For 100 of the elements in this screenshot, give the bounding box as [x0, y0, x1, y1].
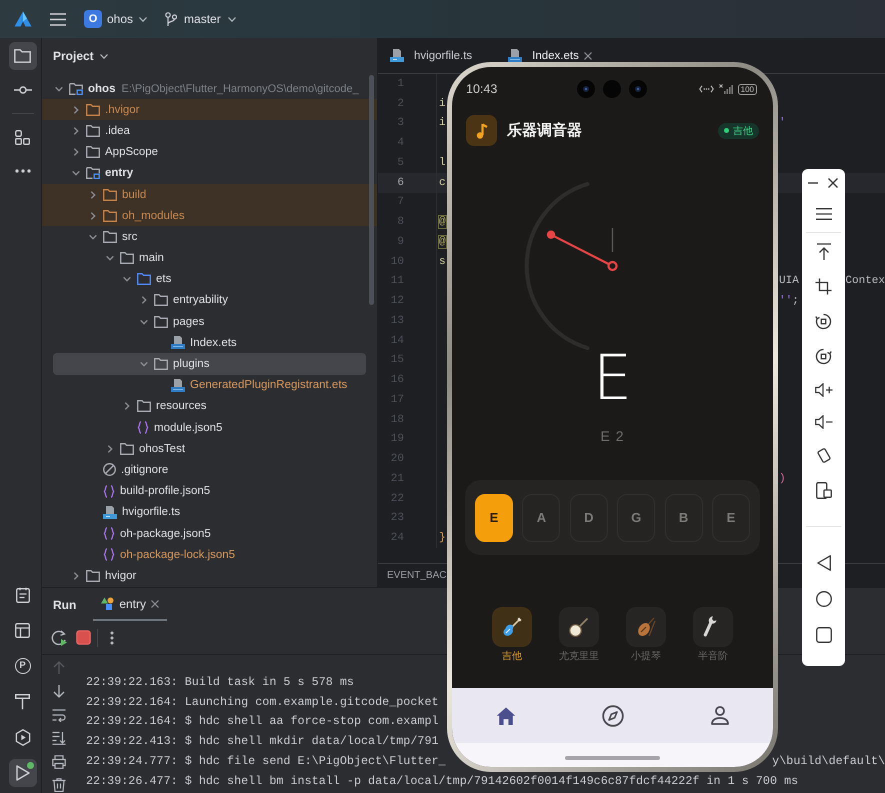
tree-item[interactable]: entry	[42, 162, 377, 184]
chevron-icon[interactable]	[140, 318, 148, 326]
string-button[interactable]: E	[475, 494, 513, 542]
camera-lens-icon	[576, 80, 594, 98]
string-button[interactable]: D	[570, 494, 608, 542]
string-button[interactable]: A	[522, 494, 560, 542]
tree-item[interactable]: build-profile.json5	[42, 480, 377, 502]
tree-item[interactable]: GeneratedPluginRegistrant.ets	[42, 374, 377, 396]
run-tab[interactable]: entry	[93, 588, 168, 621]
device-screenshot-icon[interactable]	[816, 482, 832, 499]
violin-icon	[626, 607, 666, 647]
tree-item[interactable]: src	[42, 226, 377, 248]
music-note-icon	[466, 115, 497, 146]
chevron-icon[interactable]	[89, 212, 97, 220]
folder-icon	[137, 273, 151, 286]
tree-item[interactable]: main	[42, 248, 377, 269]
volume-up-icon[interactable]	[814, 383, 832, 397]
nav-button[interactable]	[710, 706, 728, 725]
chevron-icon[interactable]	[106, 444, 114, 453]
rerun-icon[interactable]	[51, 630, 68, 646]
camera-lens-icon	[628, 80, 646, 98]
tree-item[interactable]: .hvigor	[42, 99, 377, 120]
more-icon[interactable]	[110, 630, 114, 644]
crop-icon[interactable]	[815, 278, 832, 295]
wrap-icon[interactable]	[52, 708, 66, 722]
chevron-icon[interactable]	[140, 296, 148, 304]
log-line: 22:39:22.164: Launching com.example.gitcode_pocket	[86, 694, 439, 709]
chevron-icon[interactable]	[106, 254, 114, 262]
tool-window-button[interactable]	[8, 42, 36, 70]
module-folder-icon	[69, 82, 83, 95]
instrument-button[interactable]: 吉他	[492, 607, 532, 663]
minimize-icon[interactable]	[808, 182, 818, 184]
grid-squares-icon	[15, 130, 30, 144]
chevron-icon[interactable]	[72, 572, 80, 580]
string-button[interactable]: E	[712, 494, 750, 542]
rotate-back-icon[interactable]	[815, 348, 832, 365]
editor-tab[interactable]: Index.ets	[508, 49, 592, 62]
trash-icon[interactable]	[52, 778, 66, 792]
breadcrumb-text[interactable]: EVENT_BAC	[387, 570, 446, 581]
scroll-end-icon[interactable]	[52, 731, 66, 746]
close-icon[interactable]	[584, 52, 592, 60]
rotate-icon[interactable]	[815, 313, 832, 330]
arrow-down-icon[interactable]	[52, 684, 66, 698]
tree-item[interactable]: ohos E:\PigObject\Flutter_HarmonyOS\demo\gitcode_	[42, 78, 377, 100]
string-button[interactable]: G	[617, 494, 656, 542]
tree-item[interactable]: .idea	[42, 120, 377, 142]
home-circle-icon[interactable]	[816, 591, 832, 607]
tool-window-button[interactable]	[8, 759, 36, 787]
arrow-to-top-icon[interactable]	[816, 243, 832, 260]
tree-item[interactable]: build	[42, 184, 377, 206]
tree-item[interactable]: AppScope	[42, 142, 377, 163]
chevron-icon[interactable]	[72, 106, 80, 114]
module-folder-icon	[86, 167, 100, 180]
tree-item[interactable]: .gitignore	[42, 459, 377, 481]
back-icon[interactable]	[816, 555, 830, 571]
braces-icon	[137, 421, 149, 434]
folder-icon	[154, 358, 168, 370]
menu-icon[interactable]	[816, 208, 832, 220]
tree-item[interactable]: oh-package.json5	[42, 522, 377, 544]
chevron-icon[interactable]	[123, 275, 131, 284]
chevron-icon[interactable]	[72, 148, 80, 156]
chevron-icon[interactable]	[140, 360, 148, 368]
chevron-icon[interactable]	[89, 190, 97, 199]
tree-item[interactable]: hvigor	[42, 565, 377, 586]
nav-button[interactable]	[602, 704, 624, 726]
nav-button[interactable]	[496, 706, 516, 724]
tree-item[interactable]: ohosTest	[42, 438, 377, 460]
close-icon[interactable]	[828, 178, 838, 188]
view-mode-dropdown[interactable]: Project	[53, 49, 108, 63]
branch-switcher[interactable]: master	[165, 12, 236, 26]
tree-item[interactable]: ets	[42, 268, 377, 290]
tree-item[interactable]: plugins	[53, 353, 366, 375]
folder-icon	[154, 294, 168, 306]
chevron-icon[interactable]	[55, 84, 63, 93]
tool-window-button[interactable]: P	[8, 652, 36, 680]
printer-icon[interactable]	[52, 754, 66, 769]
tree-item[interactable]: module.json5	[42, 417, 377, 438]
chevron-icon[interactable]	[72, 126, 80, 135]
tree-item[interactable]: pages	[42, 311, 377, 332]
project-avatar: O	[84, 10, 102, 28]
editor-tab[interactable]: hvigorfile.ts	[390, 49, 472, 62]
person-icon	[710, 706, 728, 725]
tree-item[interactable]: oh-package-lock.json5	[42, 544, 377, 566]
tree-item[interactable]: entryability	[42, 290, 377, 312]
string-button[interactable]: B	[664, 494, 703, 542]
square-icon[interactable]	[816, 627, 832, 643]
tree-item[interactable]: hvigorfile.ts	[42, 502, 377, 523]
rotate-device-icon[interactable]	[816, 447, 832, 464]
project-switcher[interactable]: O ohos	[84, 10, 148, 28]
status-time: 10:43	[466, 82, 498, 96]
chevron-icon[interactable]	[72, 169, 80, 178]
volume-down-icon[interactable]	[814, 415, 832, 429]
compass-icon	[602, 704, 624, 726]
chevron-icon[interactable]	[89, 232, 97, 241]
tree-item[interactable]: resources	[42, 396, 377, 417]
tree-item[interactable]: oh_modules	[42, 205, 377, 226]
scrollbar-thumb[interactable]	[369, 75, 374, 305]
stop-icon[interactable]	[76, 630, 91, 645]
chevron-icon[interactable]	[123, 402, 131, 410]
tree-item[interactable]: Index.ets	[42, 332, 377, 354]
